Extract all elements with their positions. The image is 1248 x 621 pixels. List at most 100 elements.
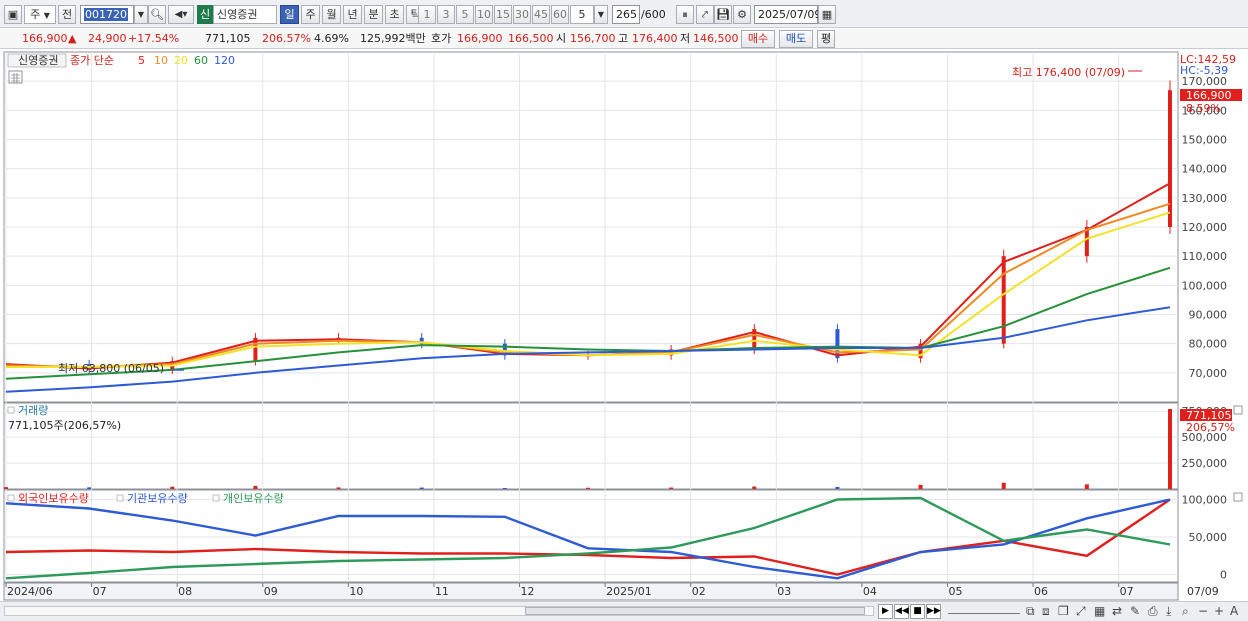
volume-bar xyxy=(1001,482,1006,489)
volume-close-icon[interactable] xyxy=(1233,405,1243,415)
low-annotation: 최저 63,800 (06/05) xyxy=(58,362,164,375)
count-input[interactable]: 265 xyxy=(612,5,640,24)
export-icon[interactable]: ⤓ xyxy=(1166,604,1171,619)
x-tick-label: 04 xyxy=(863,585,877,598)
volume-tag-pct: 206,57% xyxy=(1186,421,1235,434)
period-button[interactable]: 월 xyxy=(322,5,341,24)
ma-legend-item: 5 xyxy=(138,54,145,67)
price-tick-label: 170,000 xyxy=(1182,75,1228,88)
period-button[interactable]: 분 xyxy=(364,5,383,24)
split-icon[interactable]: ⧈ xyxy=(1042,604,1050,619)
period-button[interactable]: 년 xyxy=(343,5,362,24)
stop-icon[interactable]: ■ xyxy=(910,604,925,619)
volume-bar xyxy=(87,487,92,489)
x-axis-ticks: 2024/06 07 08 09 10 11 12 2025/01 02 03 04 05 06 07 07… xyxy=(5,583,1219,598)
chart-scrollbar: ▶ ◀◀ ■ ▶▶ ⧉ ⧈ ❐ ⤢ ▦ ⇄ ✎ ⎙ ⤓ ⌕ − + A xyxy=(0,601,1248,621)
magnifier-icon[interactable]: ⌕ xyxy=(1182,604,1189,619)
layout-icon[interactable]: ⧉ xyxy=(1026,604,1035,619)
prev-button[interactable]: 전 xyxy=(58,5,76,24)
font-size-icon[interactable]: A xyxy=(1230,604,1238,619)
holding-tick-label: 100,000 xyxy=(1182,494,1228,507)
hc-label: HC:-5,39 xyxy=(1180,64,1228,77)
buy-button[interactable]: 매수 xyxy=(741,30,775,48)
copy-icon[interactable]: ❐ xyxy=(1058,604,1069,619)
candle-icon[interactable]: ⏸ xyxy=(676,5,694,24)
x-tick-label: 07 xyxy=(93,585,107,598)
price-change: 24,900 xyxy=(88,32,127,45)
interval-input[interactable]: 5 xyxy=(570,5,594,24)
stock-name: 신영증권 xyxy=(217,8,258,21)
period-button[interactable]: 주 xyxy=(301,5,320,24)
arrows-icon[interactable]: ⇄ xyxy=(1112,604,1122,619)
zoom-slider[interactable] xyxy=(948,606,1020,614)
volume-bar xyxy=(1168,408,1172,489)
price-tag-pct: 8.59% xyxy=(1186,102,1221,115)
price-tick-label: 120,000 xyxy=(1182,221,1228,234)
price-tick-label: 150,000 xyxy=(1182,134,1228,147)
code-dropdown-icon[interactable]: ▼ xyxy=(134,5,148,24)
interval-dropdown-icon[interactable]: ▼ xyxy=(594,5,608,24)
chart-settings-icon[interactable]: ▣ xyxy=(4,5,22,24)
ma-legend-item: 60 xyxy=(194,54,208,67)
ma-legend-item: 10 xyxy=(154,54,168,67)
interval-button[interactable]: 60 xyxy=(551,5,569,24)
volume-title: 거래량 xyxy=(18,404,48,417)
holding-legend-label: 기관보유수량 xyxy=(127,492,188,505)
draw-icon[interactable]: ✎ xyxy=(1130,604,1140,619)
candle-body xyxy=(835,329,840,359)
stock-chart[interactable]: 70,000 80,000 90,000 100,000 110,000 120,000 1… xyxy=(0,50,1248,602)
high-annotation: 최고 176,400 (07/09) xyxy=(1012,66,1125,79)
stock-name-field[interactable]: 신영증권 xyxy=(213,5,277,24)
period-button[interactable]: 초 xyxy=(385,5,404,24)
x-tick-label: 03 xyxy=(777,585,791,598)
holding-legend-marker xyxy=(212,494,220,502)
interval-button[interactable]: 3 xyxy=(437,5,455,24)
trendline-icon[interactable]: ⤤ xyxy=(696,5,714,24)
stock-code-input[interactable]: 001720 xyxy=(80,5,134,24)
holding-tick-label: 0 xyxy=(1220,569,1227,582)
print-icon[interactable]: ⎙ xyxy=(1148,604,1158,619)
rewind-icon[interactable]: ◀◀ xyxy=(894,604,909,619)
volume-legend-marker xyxy=(7,406,15,414)
interval-button[interactable]: 15 xyxy=(494,5,512,24)
volume-bar xyxy=(669,487,674,489)
holding-close-icon[interactable] xyxy=(1233,492,1243,502)
interval-button[interactable]: 10 xyxy=(475,5,493,24)
period-type-select[interactable]: 주 ▼ xyxy=(24,5,56,24)
period-button[interactable]: 일 xyxy=(280,5,299,24)
x-tick-label: 2025/01 xyxy=(606,585,652,598)
scroll-right-icon[interactable]: ▶ xyxy=(878,604,893,619)
price-tick-label: 110,000 xyxy=(1182,250,1228,263)
scroll-track[interactable] xyxy=(4,606,874,616)
eval-button[interactable]: 평 xyxy=(817,30,835,48)
calendar-icon[interactable]: ▦ xyxy=(818,5,836,24)
interval-button[interactable]: 5 xyxy=(456,5,474,24)
grid-icon[interactable]: ▦ xyxy=(1094,604,1105,619)
fast-forward-icon[interactable]: ▶▶ xyxy=(926,604,941,619)
chart-canvas[interactable]: 70,000 80,000 90,000 100,000 110,000 120,000 1… xyxy=(0,50,1248,602)
x-tick-label: 07/09 xyxy=(1187,585,1219,598)
price-tick-label: 80,000 xyxy=(1189,338,1228,351)
x-tick-label: 05 xyxy=(948,585,962,598)
date-input[interactable]: 2025/07/09 xyxy=(754,5,821,24)
interval-button[interactable]: 1 xyxy=(418,5,436,24)
gear-icon[interactable]: ⚙ xyxy=(733,5,751,24)
volume-bar xyxy=(502,487,507,489)
expand-icon[interactable]: ⤢ xyxy=(1076,604,1086,619)
stock-badge: 신 xyxy=(197,5,213,24)
holding-legend-marker xyxy=(7,494,15,502)
interval-button[interactable]: 30 xyxy=(513,5,531,24)
x-tick-label: 09 xyxy=(264,585,278,598)
interval-button[interactable]: 45 xyxy=(532,5,550,24)
zoom-in-icon[interactable]: + xyxy=(1214,604,1224,619)
candle-body xyxy=(1168,90,1172,227)
scroll-thumb[interactable] xyxy=(525,607,865,615)
zoom-out-icon[interactable]: − xyxy=(1198,604,1208,619)
volume-bar xyxy=(1084,484,1089,489)
legend-stock: 신영증권 xyxy=(18,54,58,67)
sell-button[interactable]: 매도 xyxy=(779,30,813,48)
save-icon[interactable]: 💾︎ xyxy=(714,5,732,24)
search-icon[interactable]: 🔍︎ xyxy=(148,5,166,24)
speaker-icon[interactable]: ◀▾ xyxy=(168,5,194,24)
price-tick-label: 140,000 xyxy=(1182,163,1228,176)
